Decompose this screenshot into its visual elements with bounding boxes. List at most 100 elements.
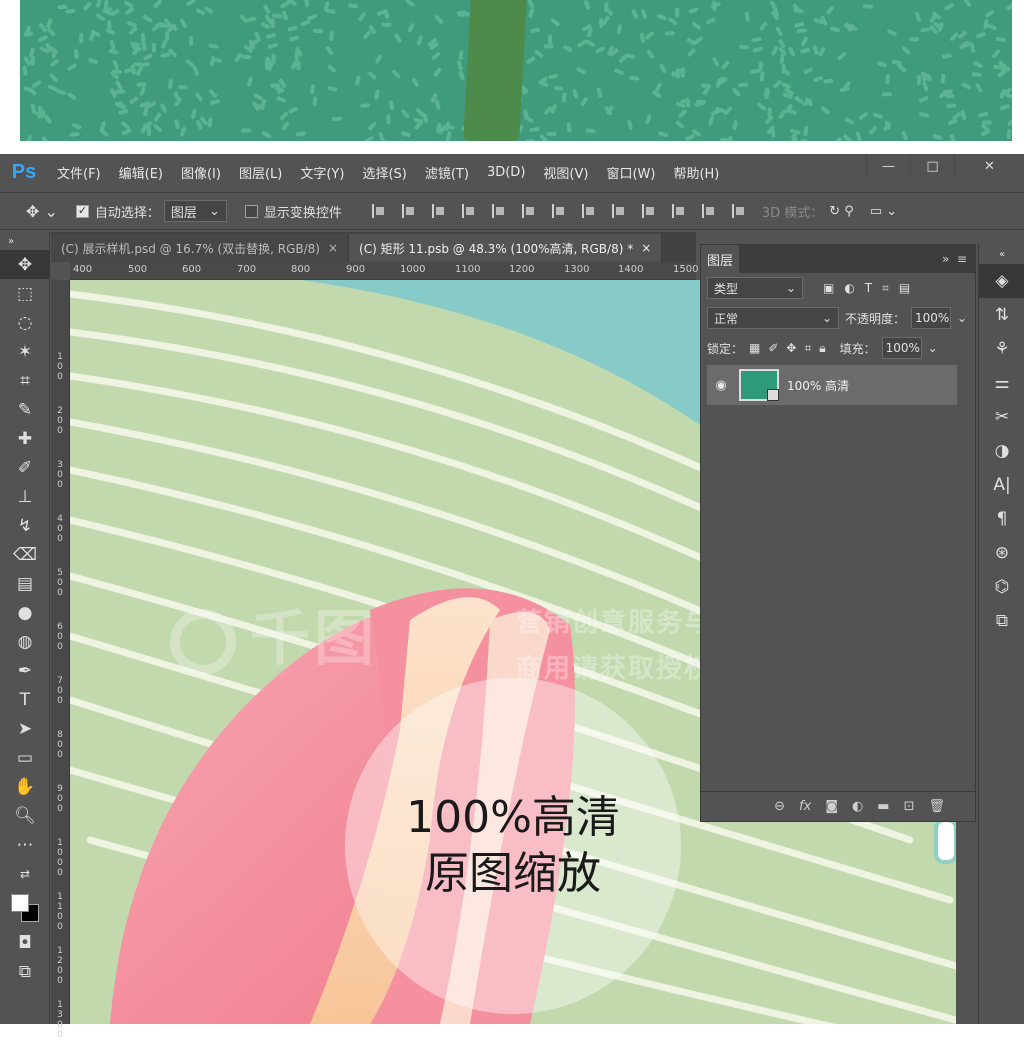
menu-layer[interactable]: 图层(L) [230, 154, 291, 190]
layers-panel-title[interactable]: 图层 [701, 245, 740, 273]
align-bottom-icon[interactable] [431, 204, 446, 218]
auto-select-checkbox[interactable] [75, 204, 89, 218]
new-layer-icon[interactable]: ⊡ [904, 799, 915, 814]
chevron-down-icon[interactable]: ⌄ [928, 341, 938, 355]
align-hcenter-icon[interactable] [491, 204, 506, 218]
menu-file[interactable]: 文件(F) [48, 154, 110, 190]
healing-brush-tool[interactable]: ✚ [0, 424, 50, 453]
mask-icon[interactable]: ◙ [825, 799, 838, 814]
filter-kind-dropdown[interactable]: 类型 ⌄ [707, 277, 803, 299]
ruler-label: 1 2 0 0 [57, 946, 63, 986]
menu-help[interactable]: 帮助(H) [664, 154, 728, 190]
show-transform-checkbox[interactable] [244, 204, 258, 218]
sprinkle [141, 40, 147, 51]
menu-edit[interactable]: 编辑(E) [110, 154, 172, 190]
type-tool[interactable]: T [0, 685, 50, 714]
marquee-tool[interactable]: ⬚ [0, 279, 50, 308]
menu-3d[interactable]: 3D(D) [478, 154, 534, 190]
distribute-hcenter-icon[interactable] [671, 204, 686, 218]
auto-align-icon[interactable] [731, 204, 746, 218]
distribute-left-icon[interactable] [641, 204, 656, 218]
opacity-input[interactable]: 100% [911, 307, 952, 329]
history-brush-tool[interactable]: ↯ [0, 511, 50, 540]
clone-stamp-tool[interactable]: ⊥ [0, 482, 50, 511]
align-right-icon[interactable] [521, 204, 536, 218]
dodge-tool[interactable]: ◍ [0, 627, 50, 656]
tab-label: (C) 展示样机.psd @ 16.7% (双击替换, RGB/8) [61, 241, 320, 256]
more-tools-icon[interactable]: ⋯ [0, 830, 50, 859]
align-left-icon[interactable] [461, 204, 476, 218]
fill-input[interactable]: 100% [881, 337, 922, 359]
menu-filter[interactable]: 滤镜(T) [416, 154, 478, 190]
pen-tool[interactable]: ✒ [0, 656, 50, 685]
eye-icon[interactable]: ◉ [711, 378, 731, 393]
layer-row[interactable]: ◉ 100% 高清 [707, 365, 957, 405]
close-button[interactable]: ✕ [954, 154, 1024, 178]
eyedropper-tool[interactable]: ✎ [0, 395, 50, 424]
blend-mode-dropdown[interactable]: 正常 ⌄ [707, 307, 839, 329]
blur-tool[interactable]: ● [0, 598, 50, 627]
rectangle-tool[interactable]: ▭ [0, 743, 50, 772]
quick-mask-icon[interactable]: ◘ [0, 928, 50, 957]
distribute-right-icon[interactable] [701, 204, 716, 218]
menu-view[interactable]: 视图(V) [534, 154, 597, 190]
3d-rotate-icon[interactable]: ↻ ⚲ [829, 204, 854, 219]
menu-type[interactable]: 文字(Y) [291, 154, 353, 190]
lasso-tool[interactable]: ◌ [0, 308, 50, 337]
minimize-button[interactable]: — [866, 154, 910, 178]
history-dock-icon[interactable]: ⇅ [979, 298, 1024, 332]
sprinkle [347, 3, 358, 9]
panel-menu-icon[interactable]: » ≡ [942, 252, 967, 266]
adjustments-dock-icon[interactable]: ⚌ [979, 366, 1024, 400]
move-tool[interactable]: ✥ [0, 250, 50, 279]
color-dock-icon[interactable]: ◑ [979, 434, 1024, 468]
crop-tool[interactable]: ⌗ [0, 366, 50, 395]
fx-icon[interactable]: fx [799, 799, 811, 814]
collapse-tools-icon[interactable]: » [0, 232, 50, 250]
hand-tool[interactable]: ✋ [0, 772, 50, 801]
maximize-button[interactable]: □ [910, 154, 954, 178]
menu-select[interactable]: 选择(S) [353, 154, 415, 190]
distribute-bottom-icon[interactable] [611, 204, 626, 218]
menu-window[interactable]: 窗口(W) [597, 154, 664, 190]
folder-icon[interactable]: ▬ [877, 799, 889, 814]
swap-colors-icon[interactable]: ⇄ [0, 859, 50, 888]
layers-dock-icon[interactable]: ◈ [979, 264, 1024, 298]
tools-dock-icon[interactable]: ✂ [979, 400, 1024, 434]
trash-icon[interactable]: 🗑︎ [928, 799, 945, 814]
paragraph-dock-icon[interactable]: ¶ [979, 502, 1024, 536]
link-icon[interactable]: ⊖ [774, 799, 785, 814]
zoom-tool[interactable]: 🔍︎ [0, 801, 50, 830]
brush-settings-dock-icon[interactable]: ⚘ [979, 332, 1024, 366]
eraser-tool[interactable]: ⌫ [0, 540, 50, 569]
gradient-tool[interactable]: ▤ [0, 569, 50, 598]
align-vcenter-icon[interactable] [401, 204, 416, 218]
sprinkle [30, 103, 36, 114]
lock-icons[interactable]: ▦✐✥⌗🔒︎ [749, 341, 834, 356]
distribute-top-icon[interactable] [551, 204, 566, 218]
filter-icons[interactable]: ▣◐T⌗▤ [823, 281, 920, 296]
distribute-vcenter-icon[interactable] [581, 204, 596, 218]
screen-mode-icon[interactable]: ⧉ [0, 957, 50, 986]
menu-image[interactable]: 图像(I) [172, 154, 230, 190]
move-tool-icon[interactable]: ✥ ⌄ [26, 202, 58, 221]
channels-dock-icon[interactable]: ⊛ [979, 536, 1024, 570]
brush-tool[interactable]: ✐ [0, 453, 50, 482]
collapse-dock-icon[interactable]: « [979, 244, 1024, 264]
tab-mockup[interactable]: (C) 展示样机.psd @ 16.7% (双击替换, RGB/8) × [51, 234, 350, 262]
tab-rect-11[interactable]: (C) 矩形 11.psb @ 48.3% (100%高清, RGB/8) * × [349, 234, 663, 262]
character-dock-icon[interactable]: A| [979, 468, 1024, 502]
magic-wand-tool[interactable]: ✶ [0, 337, 50, 366]
chevron-down-icon[interactable]: ⌄ [957, 311, 967, 325]
paths-dock-icon[interactable]: ⌬ [979, 570, 1024, 604]
color-swatches[interactable] [0, 888, 50, 928]
close-icon[interactable]: × [641, 241, 651, 255]
properties-dock-icon[interactable]: ⧉ [979, 604, 1024, 638]
sprinkle [844, 117, 854, 125]
close-icon[interactable]: × [328, 241, 338, 255]
path-select-tool[interactable]: ➤ [0, 714, 50, 743]
align-top-icon[interactable] [371, 204, 386, 218]
workspace-icon[interactable]: ▭ ⌄ [870, 204, 897, 219]
auto-select-dropdown[interactable]: 图层 ⌄ [163, 200, 227, 222]
adjustment-icon[interactable]: ◐ [852, 799, 863, 814]
